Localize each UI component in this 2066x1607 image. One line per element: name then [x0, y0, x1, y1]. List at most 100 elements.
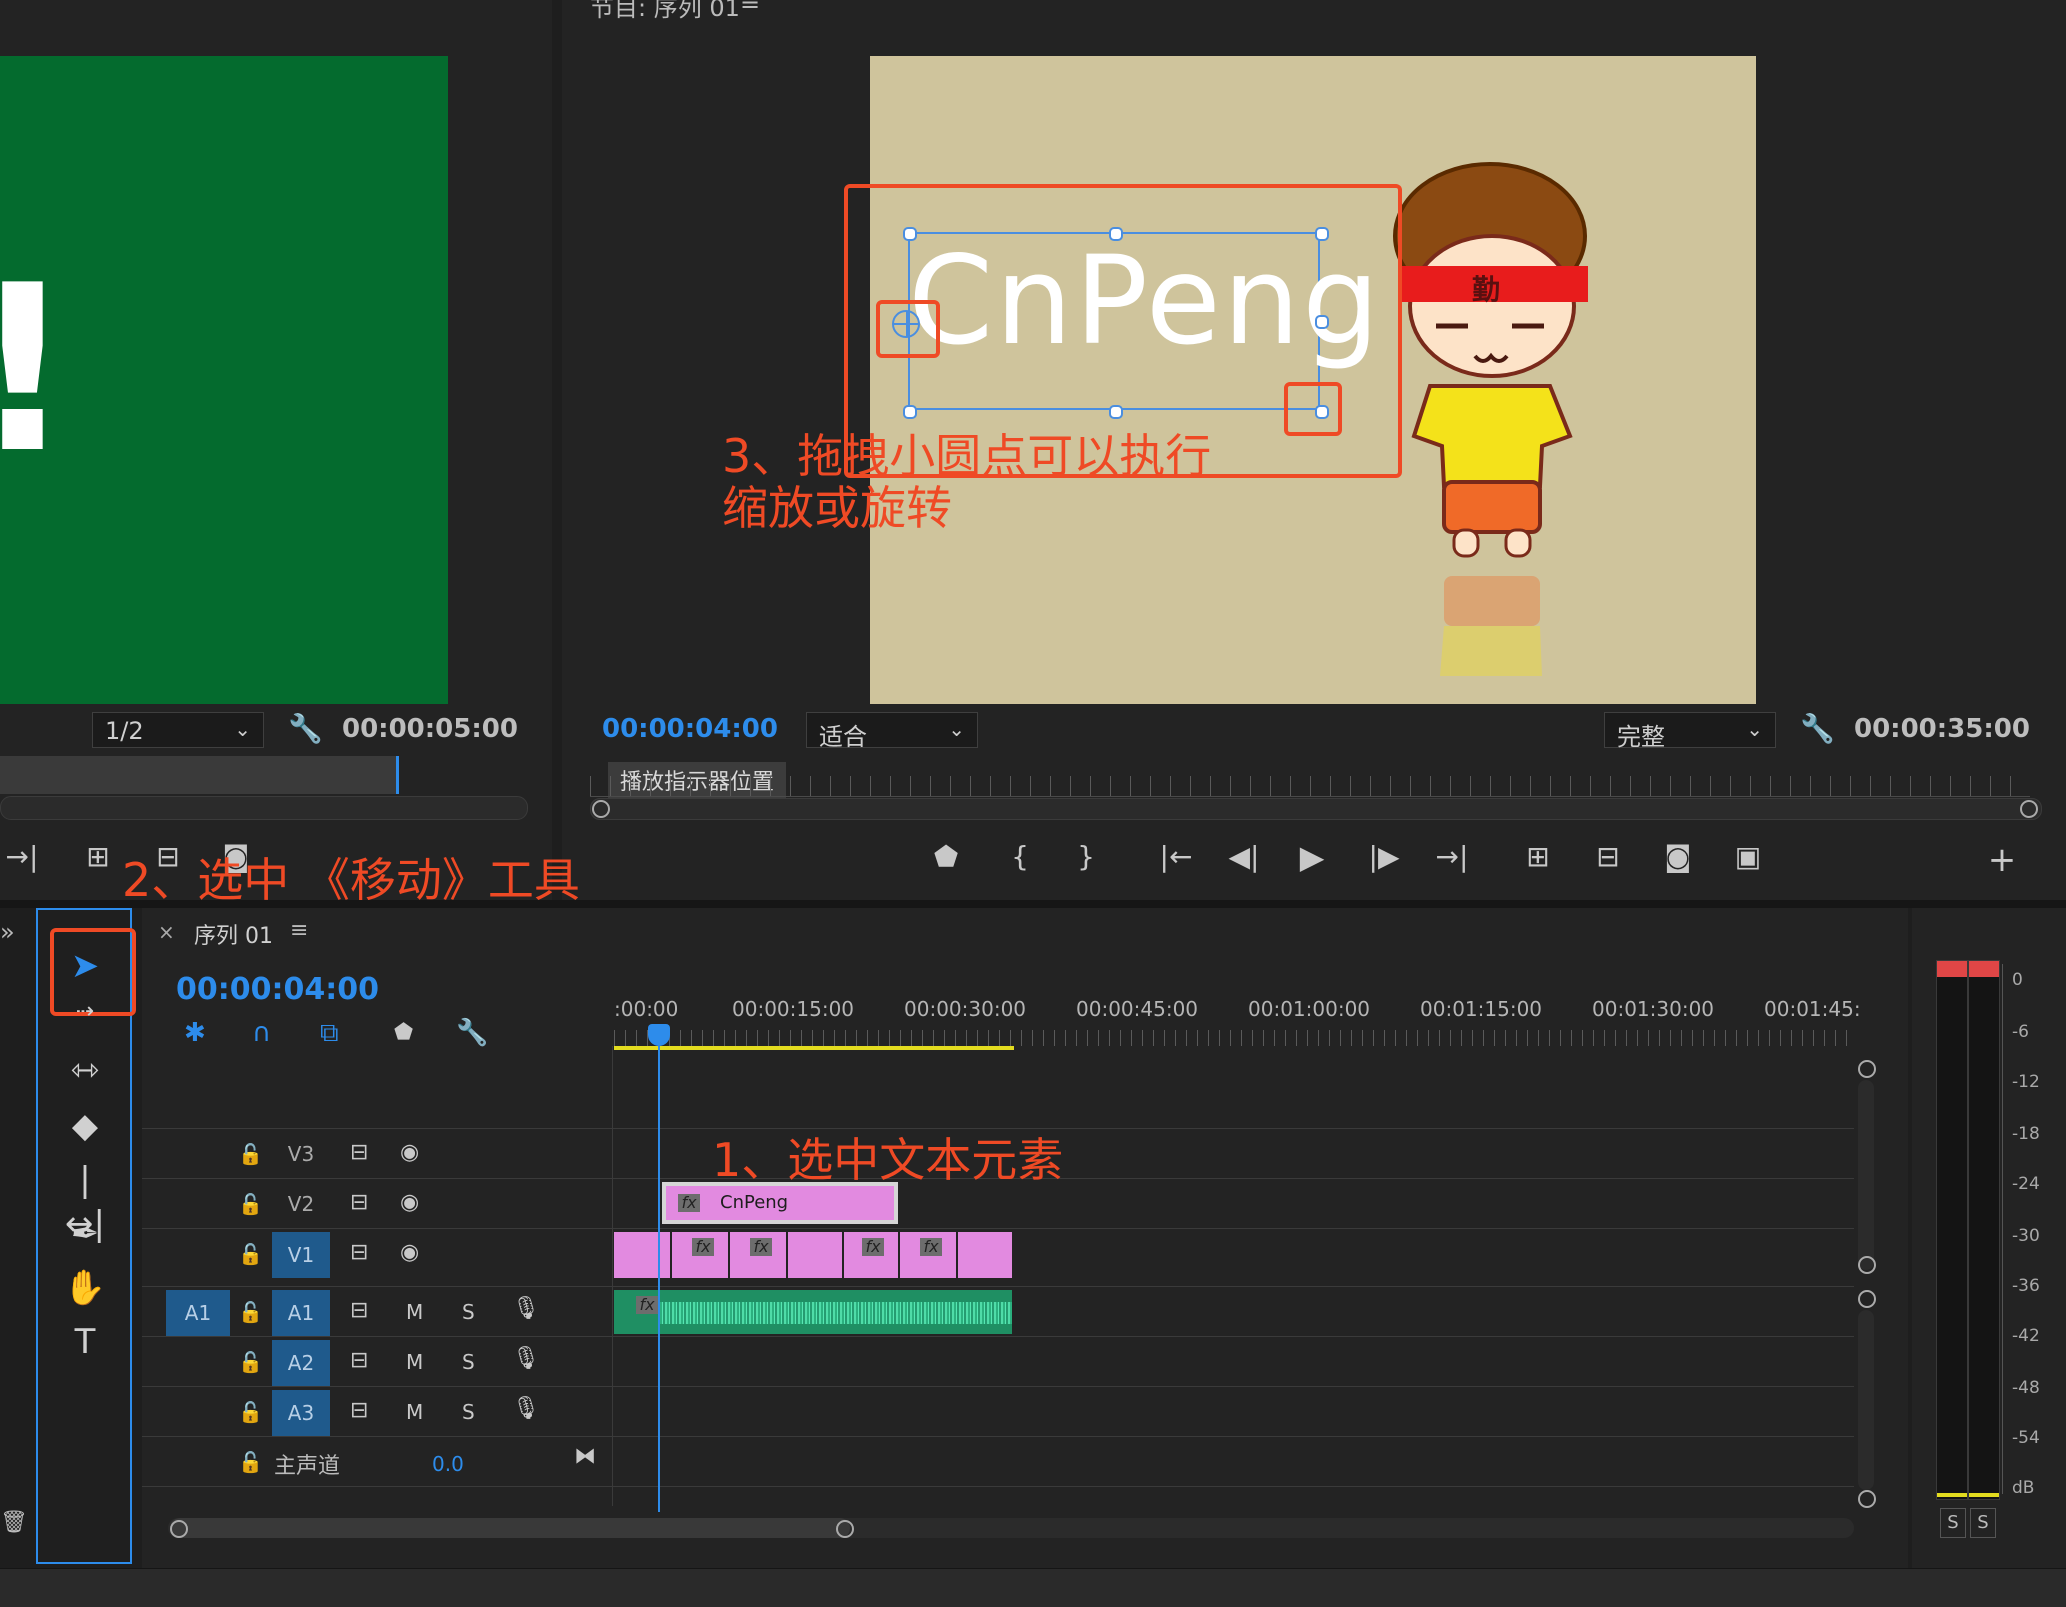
go-to-in-icon[interactable]: |←: [1154, 840, 1198, 873]
microphone-icon[interactable]: 🎙: [512, 1346, 540, 1371]
timeline-tab[interactable]: 序列 01: [194, 918, 273, 950]
eye-icon[interactable]: ◉: [400, 1240, 419, 1265]
lock-icon[interactable]: 🔓: [238, 1450, 263, 1474]
ripple-edit-tool-icon[interactable]: ⇿: [60, 1048, 110, 1092]
timeline-h-scroll-right-handle[interactable]: [836, 1520, 854, 1538]
timeline-close-icon[interactable]: ×: [158, 920, 175, 944]
go-to-edit-icon[interactable]: ⧓: [574, 1444, 596, 1469]
comparison-view-icon[interactable]: ▣: [1726, 840, 1770, 873]
track-name-a2[interactable]: A2: [272, 1340, 330, 1386]
microphone-icon[interactable]: 🎙: [512, 1296, 540, 1321]
time-ruler[interactable]: [614, 1030, 1854, 1046]
timeline-v-scroll-track2[interactable]: [1858, 1310, 1874, 1490]
work-area-bar[interactable]: [614, 1046, 1014, 1050]
solo-button[interactable]: S: [462, 1400, 475, 1424]
insert-icon[interactable]: ⊞: [76, 840, 120, 873]
program-scroll-right-handle[interactable]: [2020, 800, 2038, 818]
mute-button[interactable]: M: [406, 1400, 423, 1424]
program-scroll[interactable]: [590, 798, 2042, 820]
sync-lock-icon[interactable]: ⊟: [350, 1398, 368, 1423]
video-clip[interactable]: fx: [900, 1232, 956, 1278]
add-button-icon[interactable]: +: [1980, 840, 2024, 880]
solo-button[interactable]: S: [462, 1300, 475, 1324]
program-current-time[interactable]: 00:00:04:00: [602, 714, 778, 744]
program-scroll-left-handle[interactable]: [592, 800, 610, 818]
lock-icon[interactable]: 🔓: [238, 1142, 263, 1166]
track-name-a3[interactable]: A3: [272, 1390, 330, 1436]
add-marker-icon[interactable]: ⬟: [394, 1020, 413, 1045]
source-page-select[interactable]: 1/2 ⌄: [92, 712, 264, 748]
master-track-value[interactable]: 0.0: [432, 1452, 464, 1476]
lock-icon[interactable]: 🔓: [238, 1192, 263, 1216]
video-clip[interactable]: fx: [844, 1232, 898, 1278]
program-menu-icon[interactable]: ≡: [740, 0, 760, 16]
source-patch-a1[interactable]: A1: [166, 1290, 230, 1336]
snap-icon[interactable]: ∩: [252, 1018, 271, 1048]
marker-icon[interactable]: ⬟: [924, 840, 968, 873]
source-scrub-bar[interactable]: [0, 756, 398, 794]
go-to-out-icon[interactable]: →|: [1430, 840, 1474, 873]
mute-button[interactable]: M: [406, 1350, 423, 1374]
eye-icon[interactable]: ◉: [400, 1140, 419, 1165]
mark-in-icon[interactable]: {: [998, 840, 1042, 873]
nest-icon[interactable]: ✱: [184, 1018, 206, 1048]
timeline-h-scroll-left-handle[interactable]: [170, 1520, 188, 1538]
hand-tool-icon[interactable]: ✋: [60, 1266, 110, 1310]
collapse-panels-icon[interactable]: »: [0, 918, 15, 946]
play-icon[interactable]: ▶: [1290, 838, 1334, 876]
video-clip[interactable]: [958, 1232, 1012, 1278]
audio-clip[interactable]: fx: [614, 1290, 1012, 1334]
lift-icon[interactable]: ⊞: [1516, 840, 1560, 873]
program-ruler[interactable]: [590, 776, 2030, 797]
solo-button[interactable]: S: [462, 1350, 475, 1374]
track-select-tool-icon[interactable]: ⇢: [60, 1001, 110, 1023]
microphone-icon[interactable]: 🎙: [512, 1396, 540, 1421]
timeline-settings-icon[interactable]: 🔧: [456, 1018, 488, 1048]
timeline-v-scroll-mid[interactable]: [1858, 1256, 1876, 1274]
trash-icon[interactable]: 🗑: [0, 1510, 28, 1535]
eye-icon[interactable]: ◉: [400, 1190, 419, 1215]
sync-lock-icon[interactable]: ⊟: [350, 1240, 368, 1265]
sync-lock-icon[interactable]: ⊟: [350, 1348, 368, 1373]
sync-lock-icon[interactable]: ⊟: [350, 1190, 368, 1215]
wrench-icon[interactable]: 🔧: [288, 712, 323, 745]
step-back-icon[interactable]: ◀|: [1222, 840, 1266, 873]
timeline-playhead-head[interactable]: [648, 1024, 670, 1046]
timeline-h-scroll-thumb[interactable]: [170, 1518, 850, 1538]
sync-lock-icon[interactable]: ⊟: [350, 1298, 368, 1323]
step-forward-icon[interactable]: |▶: [1362, 840, 1406, 873]
timeline-current-time[interactable]: 00:00:04:00: [176, 972, 379, 1007]
fit-select[interactable]: 适合 ⌄: [806, 712, 978, 751]
timeline-v-scroll-bottom[interactable]: [1858, 1490, 1876, 1508]
mark-out-icon[interactable]: }: [1064, 840, 1108, 873]
timeline-v-scroll-a[interactable]: [1858, 1290, 1876, 1308]
source-playhead[interactable]: [396, 756, 399, 794]
razor-tool-icon[interactable]: ◆: [60, 1104, 110, 1148]
meter-solo-left[interactable]: S: [1940, 1508, 1966, 1538]
mute-button[interactable]: M: [406, 1300, 423, 1324]
slip-tool-icon[interactable]: |↔|: [60, 1158, 110, 1244]
video-clip[interactable]: fx: [672, 1232, 728, 1278]
quality-select[interactable]: 完整 ⌄: [1604, 712, 1776, 751]
timeline-menu-icon[interactable]: ≡: [290, 918, 308, 943]
timeline-v-scroll-top[interactable]: [1858, 1060, 1876, 1078]
lock-icon[interactable]: 🔓: [238, 1400, 263, 1424]
export-frame-icon[interactable]: ◙: [1656, 840, 1700, 873]
source-scroll[interactable]: [0, 796, 528, 820]
video-clip[interactable]: [788, 1232, 842, 1278]
wrench-icon[interactable]: 🔧: [1800, 712, 1835, 745]
extract-icon[interactable]: ⊟: [1586, 840, 1630, 873]
pen-tool-icon[interactable]: ✒: [60, 1212, 110, 1256]
timeline-v-scroll-track[interactable]: [1858, 1080, 1874, 1270]
lock-icon[interactable]: 🔓: [238, 1350, 263, 1374]
meter-solo-right[interactable]: S: [1970, 1508, 1996, 1538]
linked-selection-icon[interactable]: ⧉: [320, 1018, 339, 1049]
lock-icon[interactable]: 🔓: [238, 1300, 263, 1324]
video-clip[interactable]: fx: [730, 1232, 786, 1278]
sync-lock-icon[interactable]: ⊟: [350, 1140, 368, 1165]
track-name-a1[interactable]: A1: [272, 1290, 330, 1336]
track-name-v1[interactable]: V1: [272, 1232, 330, 1278]
lock-icon[interactable]: 🔓: [238, 1242, 263, 1266]
go-to-out-icon[interactable]: →|: [0, 840, 44, 873]
video-clip[interactable]: [614, 1232, 670, 1278]
